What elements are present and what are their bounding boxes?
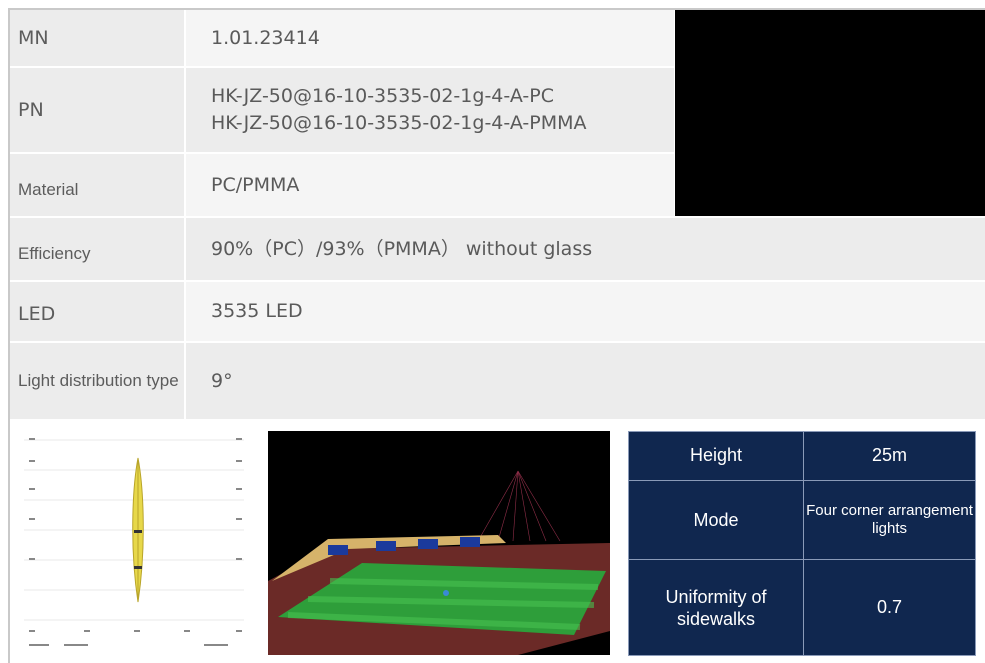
height-value: 25m [803, 431, 976, 481]
table-row: Mode Four corner arrangement lights [628, 479, 976, 561]
table-row: Height 25m [628, 431, 976, 481]
pn-value-pc: HK-JZ-50@16-10-3535-02-1g-4-A-PC [211, 85, 554, 107]
row-pn: PN HK-JZ-50@16-10-3535-02-1g-4-A-PC HK-J… [10, 68, 674, 152]
pn-value-pmma: HK-JZ-50@16-10-3535-02-1g-4-A-PMMA [211, 112, 587, 134]
row-mn: MN 1.01.23414 [10, 10, 674, 66]
value-pn: HK-JZ-50@16-10-3535-02-1g-4-A-PC HK-JZ-5… [186, 68, 674, 152]
row-light-distribution: Light distribution type 9° [10, 343, 985, 419]
label-pn: PN [10, 68, 184, 152]
led-value: 3535 LED [211, 300, 303, 322]
value-efficiency: 90%（PC）/93%（PMMA） without glass [186, 218, 985, 280]
mode-label: Mode [628, 479, 804, 561]
value-light-distribution: 9° [186, 343, 985, 419]
label-light-distribution: Light distribution type [10, 343, 184, 419]
label-led: LED [10, 282, 184, 341]
light-distribution-value: 9° [211, 369, 233, 392]
efficiency-value: 90%（PC）/93%（PMMA） without glass [211, 237, 593, 260]
value-material: PC/PMMA [186, 154, 674, 216]
stadium-render [268, 431, 610, 655]
value-led: 3535 LED [186, 282, 985, 341]
light-distribution-curve [14, 430, 254, 654]
mn-value: 1.01.23414 [211, 26, 320, 49]
mode-value: Four corner arrangement lights [803, 479, 976, 561]
row-material: Material PC/PMMA [10, 154, 674, 216]
value-mn: 1.01.23414 [186, 10, 674, 66]
uniformity-label: Uniformity of sidewalks [628, 559, 804, 656]
uniformity-value: 0.7 [803, 559, 976, 656]
label-efficiency: Efficiency [10, 218, 184, 280]
product-image [675, 10, 985, 216]
label-mn: MN [10, 10, 184, 66]
material-value: PC/PMMA [211, 173, 300, 196]
application-table: Height 25m Mode Four corner arrangement … [628, 431, 976, 656]
table-row: Uniformity of sidewalks 0.7 [628, 559, 976, 656]
row-led: LED 3535 LED [10, 282, 985, 341]
height-label: Height [628, 431, 804, 481]
label-material: Material [10, 154, 184, 216]
row-efficiency: Efficiency 90%（PC）/93%（PMMA） without gla… [10, 218, 985, 280]
